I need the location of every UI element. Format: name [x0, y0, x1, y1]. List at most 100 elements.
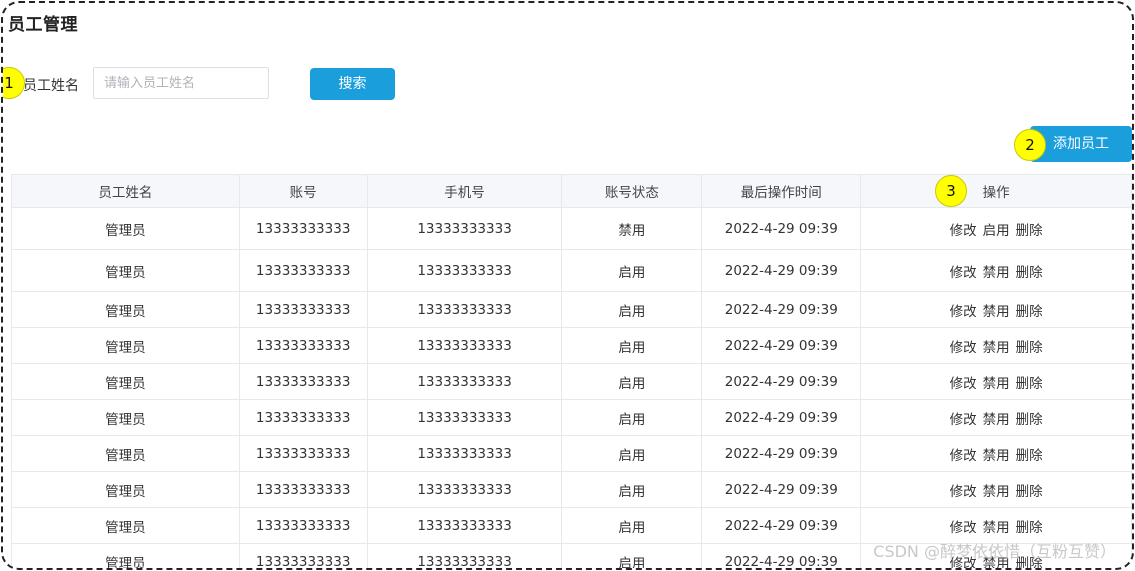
cell-actions: 修改 禁用 删除 [860, 435, 1132, 472]
edit-link[interactable]: 修改 [950, 412, 977, 428]
edit-link[interactable]: 修改 [950, 448, 977, 464]
column-header-account: 账号 [238, 174, 368, 208]
delete-link[interactable]: 删除 [1016, 484, 1043, 500]
cell-account: 13333333333 [238, 435, 368, 472]
delete-link[interactable]: 删除 [1016, 340, 1043, 356]
edit-link[interactable]: 修改 [950, 520, 977, 536]
cell-last-op-time: 2022-4-29 09:39 [701, 507, 862, 544]
toggle-status-link[interactable]: 禁用 [983, 484, 1010, 500]
cell-account: 13333333333 [238, 543, 368, 568]
cell-last-op-time: 2022-4-29 09:39 [701, 363, 862, 400]
toggle-status-link[interactable]: 禁用 [983, 265, 1010, 281]
cell-name: 管理员 [11, 399, 240, 436]
cell-actions: 修改 禁用 删除 [860, 399, 1132, 436]
cell-status: 启用 [561, 249, 703, 292]
page-frame: 员工管理 1 员工姓名 搜索 2 添加员工 3 员工姓名 账号 手机号 账号状态… [1, 1, 1134, 570]
search-button[interactable]: 搜索 [310, 68, 395, 100]
cell-phone: 13333333333 [366, 249, 563, 292]
cell-status: 启用 [561, 543, 703, 568]
cell-account: 13333333333 [238, 207, 368, 250]
edit-link[interactable]: 修改 [950, 223, 977, 239]
cell-account: 13333333333 [238, 363, 368, 400]
table-row: 管理员 13333333333 13333333333 启用 2022-4-29 09:… [11, 291, 1132, 328]
delete-link[interactable]: 删除 [1016, 223, 1043, 239]
cell-last-op-time: 2022-4-29 09:39 [701, 249, 862, 292]
cell-status: 启用 [561, 363, 703, 400]
cell-status: 启用 [561, 507, 703, 544]
edit-link[interactable]: 修改 [950, 376, 977, 392]
edit-link[interactable]: 修改 [950, 304, 977, 320]
cell-phone: 13333333333 [366, 363, 563, 400]
column-header-name: 员工姓名 [11, 174, 240, 208]
delete-link[interactable]: 删除 [1016, 520, 1043, 536]
cell-actions: 修改 禁用 删除 [860, 249, 1132, 292]
cell-name: 管理员 [11, 249, 240, 292]
watermark: CSDN @醉梦依依惜（互粉互赞） [873, 542, 1116, 561]
column-header-last-op-time: 最后操作时间 [701, 174, 862, 208]
toggle-status-link[interactable]: 禁用 [983, 340, 1010, 356]
cell-name: 管理员 [11, 291, 240, 328]
edit-link[interactable]: 修改 [950, 484, 977, 500]
cell-actions: 修改 禁用 删除 [860, 291, 1132, 328]
toggle-status-link[interactable]: 禁用 [983, 412, 1010, 428]
cell-last-op-time: 2022-4-29 09:39 [701, 471, 862, 508]
page-title: 员工管理 [8, 15, 78, 35]
employee-table: 员工姓名 账号 手机号 账号状态 最后操作时间 操作 管理员 1333333333… [11, 174, 1132, 568]
cell-phone: 13333333333 [366, 207, 563, 250]
toggle-status-link[interactable]: 禁用 [983, 376, 1010, 392]
table-row: 管理员 13333333333 13333333333 启用 2022-4-29 09:… [11, 363, 1132, 400]
delete-link[interactable]: 删除 [1016, 265, 1043, 281]
cell-phone: 13333333333 [366, 543, 563, 568]
toggle-status-link[interactable]: 禁用 [983, 304, 1010, 320]
column-header-phone: 手机号 [366, 174, 563, 208]
cell-actions: 修改 启用 删除 [860, 207, 1132, 250]
cell-phone: 13333333333 [366, 291, 563, 328]
employee-name-input[interactable] [93, 67, 269, 99]
toggle-status-link[interactable]: 启用 [983, 223, 1010, 239]
cell-last-op-time: 2022-4-29 09:39 [701, 543, 862, 568]
cell-phone: 13333333333 [366, 471, 563, 508]
cell-status: 启用 [561, 399, 703, 436]
cell-status: 启用 [561, 291, 703, 328]
delete-link[interactable]: 删除 [1016, 376, 1043, 392]
delete-link[interactable]: 删除 [1016, 412, 1043, 428]
table-row: 管理员 13333333333 13333333333 启用 2022-4-29 09:… [11, 399, 1132, 436]
cell-phone: 13333333333 [366, 327, 563, 364]
cell-account: 13333333333 [238, 399, 368, 436]
cell-last-op-time: 2022-4-29 09:39 [701, 399, 862, 436]
cell-account: 13333333333 [238, 507, 368, 544]
table-row: 管理员 13333333333 13333333333 启用 2022-4-29 09:… [11, 435, 1132, 472]
cell-name: 管理员 [11, 327, 240, 364]
delete-link[interactable]: 删除 [1016, 448, 1043, 464]
table-row: 管理员 13333333333 13333333333 启用 2022-4-29 09:… [11, 249, 1132, 292]
toggle-status-link[interactable]: 禁用 [983, 448, 1010, 464]
cell-status: 禁用 [561, 207, 703, 250]
cell-name: 管理员 [11, 543, 240, 568]
column-header-actions: 操作 [860, 174, 1132, 208]
cell-name: 管理员 [11, 363, 240, 400]
table-row: 管理员 13333333333 13333333333 启用 2022-4-29 09:… [11, 471, 1132, 508]
column-header-status: 账号状态 [561, 174, 703, 208]
cell-actions: 修改 禁用 删除 [860, 327, 1132, 364]
cell-status: 启用 [561, 435, 703, 472]
annotation-marker-3: 3 [935, 175, 967, 207]
table-row: 管理员 13333333333 13333333333 启用 2022-4-29 09:… [11, 327, 1132, 364]
annotation-marker-2: 2 [1014, 129, 1046, 161]
cell-actions: 修改 禁用 删除 [860, 363, 1132, 400]
cell-account: 13333333333 [238, 471, 368, 508]
cell-name: 管理员 [11, 471, 240, 508]
edit-link[interactable]: 修改 [950, 265, 977, 281]
cell-last-op-time: 2022-4-29 09:39 [701, 207, 862, 250]
table-row: 管理员 13333333333 13333333333 禁用 2022-4-29 09:… [11, 207, 1132, 250]
cell-status: 启用 [561, 327, 703, 364]
cell-name: 管理员 [11, 207, 240, 250]
cell-phone: 13333333333 [366, 435, 563, 472]
toggle-status-link[interactable]: 禁用 [983, 520, 1010, 536]
cell-name: 管理员 [11, 435, 240, 472]
edit-link[interactable]: 修改 [950, 340, 977, 356]
delete-link[interactable]: 删除 [1016, 304, 1043, 320]
cell-account: 13333333333 [238, 291, 368, 328]
cell-actions: 修改 禁用 删除 [860, 471, 1132, 508]
cell-name: 管理员 [11, 507, 240, 544]
cell-last-op-time: 2022-4-29 09:39 [701, 291, 862, 328]
